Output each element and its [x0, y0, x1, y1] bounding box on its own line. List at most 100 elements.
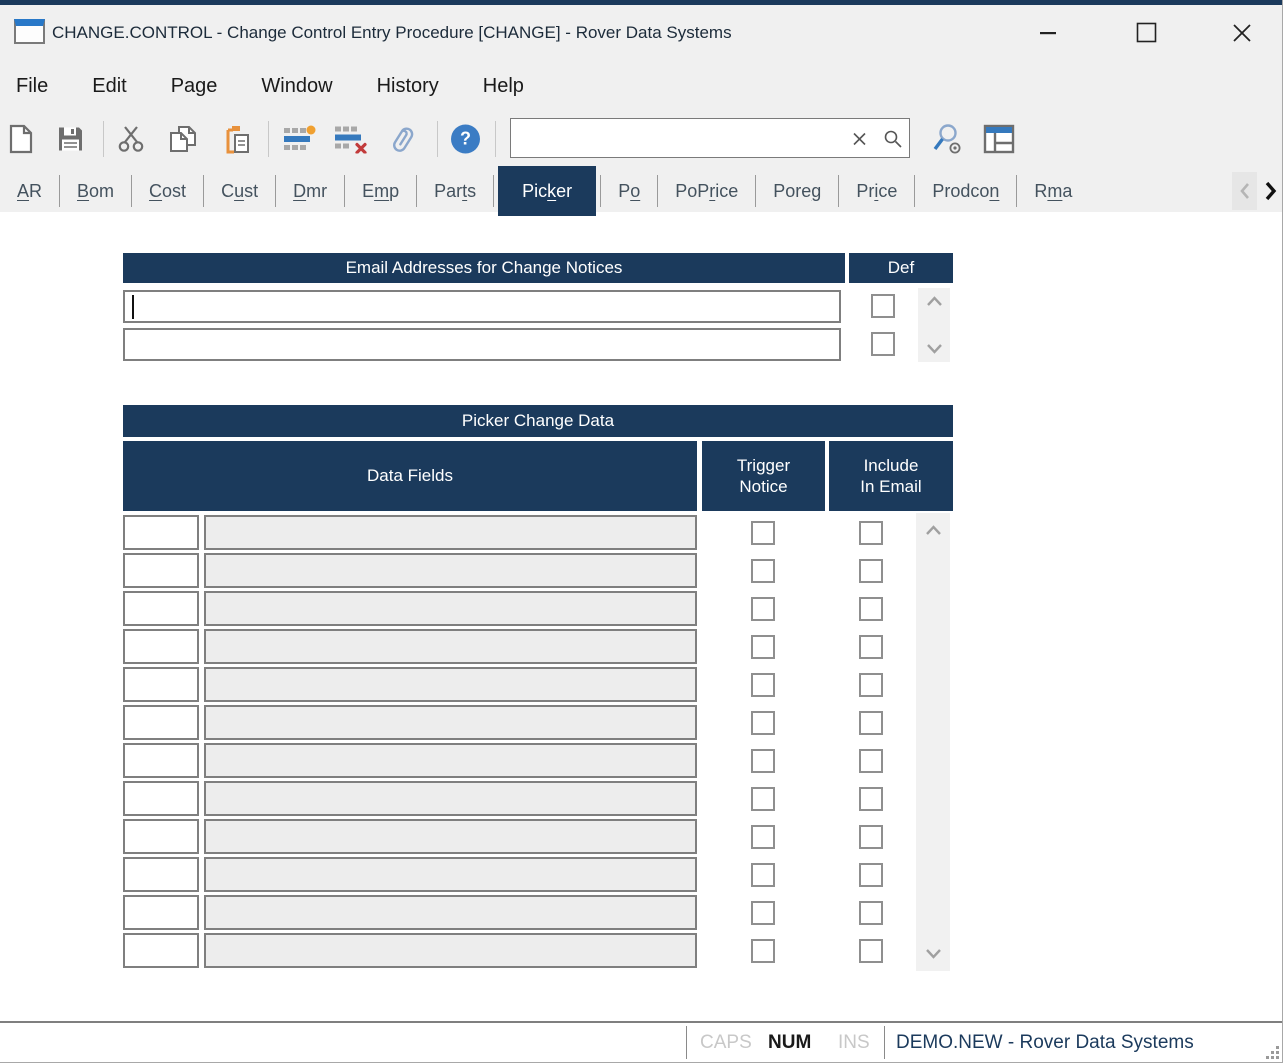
row-code-input[interactable]: [123, 591, 199, 626]
cut-button[interactable]: [116, 125, 146, 153]
insert-row-icon: [282, 125, 316, 153]
include-in-email-checkbox[interactable]: [859, 825, 883, 849]
def-checkbox-2[interactable]: [871, 332, 895, 356]
row-code-input[interactable]: [123, 515, 199, 550]
include-in-email-checkbox[interactable]: [859, 863, 883, 887]
include-in-email-checkbox[interactable]: [859, 635, 883, 659]
scroll-down-icon[interactable]: [926, 343, 943, 354]
tab-price[interactable]: Price: [839, 165, 914, 217]
tab-dmr[interactable]: Dmr: [276, 165, 344, 217]
minimize-button[interactable]: [1015, 5, 1081, 60]
data-fields-header: Data Fields: [123, 441, 697, 511]
trigger-notice-checkbox[interactable]: [751, 939, 775, 963]
trigger-notice-checkbox[interactable]: [751, 787, 775, 811]
window-layout-icon: [983, 124, 1015, 154]
tab-rma[interactable]: Rma: [1017, 165, 1089, 217]
include-in-email-checkbox[interactable]: [859, 711, 883, 735]
app-icon[interactable]: [14, 19, 45, 44]
close-button[interactable]: [1209, 5, 1275, 60]
tab-picker-selected[interactable]: Picker: [498, 166, 596, 216]
trigger-notice-checkbox[interactable]: [751, 597, 775, 621]
help-button[interactable]: [451, 125, 480, 154]
trigger-notice-checkbox[interactable]: [751, 863, 775, 887]
include-in-email-checkbox[interactable]: [859, 597, 883, 621]
table-row: [123, 781, 953, 819]
tab-parts[interactable]: Parts: [417, 165, 493, 217]
include-in-email-checkbox[interactable]: [859, 673, 883, 697]
def-checkbox-1[interactable]: [871, 294, 895, 318]
picker-scrollbar[interactable]: [916, 513, 950, 971]
menu-file[interactable]: File: [16, 75, 48, 98]
email-scrollbar[interactable]: [918, 288, 950, 362]
tab-prodcon[interactable]: Prodcon: [915, 165, 1016, 217]
paste-button[interactable]: [223, 124, 251, 154]
include-in-email-checkbox[interactable]: [859, 521, 883, 545]
search-clear-button[interactable]: [852, 132, 867, 147]
scroll-down-icon[interactable]: [925, 948, 942, 959]
resize-grip[interactable]: [1266, 1046, 1280, 1060]
menu-help[interactable]: Help: [483, 75, 524, 98]
tab-cust[interactable]: Cust: [204, 165, 275, 217]
toolbar-separator: [103, 121, 104, 157]
include-in-email-checkbox[interactable]: [859, 559, 883, 583]
tab-ar[interactable]: AR: [0, 165, 59, 217]
trigger-notice-checkbox[interactable]: [751, 749, 775, 773]
tab-poprice[interactable]: PoPrice: [658, 165, 755, 217]
title-bar[interactable]: CHANGE.CONTROL - Change Control Entry Pr…: [0, 5, 1282, 60]
search-lookup-button[interactable]: [930, 122, 964, 156]
row-code-input[interactable]: [123, 743, 199, 778]
trigger-notice-checkbox[interactable]: [751, 559, 775, 583]
row-data-field: [204, 629, 697, 664]
search-input[interactable]: [510, 118, 910, 158]
trigger-notice-checkbox[interactable]: [751, 825, 775, 849]
menu-page[interactable]: Page: [171, 75, 218, 98]
table-row: [123, 515, 953, 553]
tab-bom[interactable]: Bom: [60, 165, 131, 217]
tab-scroll-left-button[interactable]: [1232, 172, 1257, 210]
tab-poreg[interactable]: Poreg: [756, 165, 838, 217]
delete-row-button[interactable]: [333, 125, 367, 154]
trigger-notice-checkbox[interactable]: [751, 711, 775, 735]
row-code-input[interactable]: [123, 629, 199, 664]
row-code-input[interactable]: [123, 819, 199, 854]
menu-history[interactable]: History: [377, 75, 439, 98]
new-document-button[interactable]: [8, 124, 34, 154]
tab-po[interactable]: Po: [601, 165, 657, 217]
trigger-notice-checkbox[interactable]: [751, 521, 775, 545]
tab-cost[interactable]: Cost: [132, 165, 203, 217]
toolbar: [0, 113, 1282, 165]
maximize-button[interactable]: [1113, 5, 1179, 60]
include-in-email-checkbox[interactable]: [859, 901, 883, 925]
save-button[interactable]: [57, 126, 84, 153]
row-code-input[interactable]: [123, 705, 199, 740]
search-lookup-icon: [930, 122, 964, 156]
attachment-button[interactable]: [386, 122, 420, 156]
include-in-email-checkbox[interactable]: [859, 749, 883, 773]
tab-emp[interactable]: Emp: [345, 165, 416, 217]
row-code-input[interactable]: [123, 895, 199, 930]
row-code-input[interactable]: [123, 857, 199, 892]
menu-edit[interactable]: Edit: [92, 75, 126, 98]
search-icon: [883, 129, 903, 149]
email-address-input-2[interactable]: [123, 328, 841, 361]
scroll-up-icon[interactable]: [925, 525, 942, 536]
copy-button[interactable]: [169, 124, 197, 154]
tab-bar: AR Bom Cost Cust Dmr Emp Parts Picker Po…: [0, 165, 1282, 217]
row-code-input[interactable]: [123, 933, 199, 968]
trigger-notice-checkbox[interactable]: [751, 673, 775, 697]
row-code-input[interactable]: [123, 667, 199, 702]
trigger-notice-checkbox[interactable]: [751, 635, 775, 659]
search-submit-button[interactable]: [883, 129, 903, 149]
include-in-email-checkbox[interactable]: [859, 939, 883, 963]
email-addresses-header: Email Addresses for Change Notices: [123, 253, 845, 283]
include-in-email-checkbox[interactable]: [859, 787, 883, 811]
insert-row-button[interactable]: [282, 125, 316, 153]
row-code-input[interactable]: [123, 553, 199, 588]
trigger-notice-checkbox[interactable]: [751, 901, 775, 925]
row-code-input[interactable]: [123, 781, 199, 816]
tab-scroll-right-button[interactable]: [1257, 172, 1282, 210]
scroll-up-icon[interactable]: [926, 296, 943, 307]
menu-window[interactable]: Window: [261, 75, 332, 98]
window-layout-button[interactable]: [983, 124, 1015, 154]
email-address-input-1[interactable]: [123, 290, 841, 323]
